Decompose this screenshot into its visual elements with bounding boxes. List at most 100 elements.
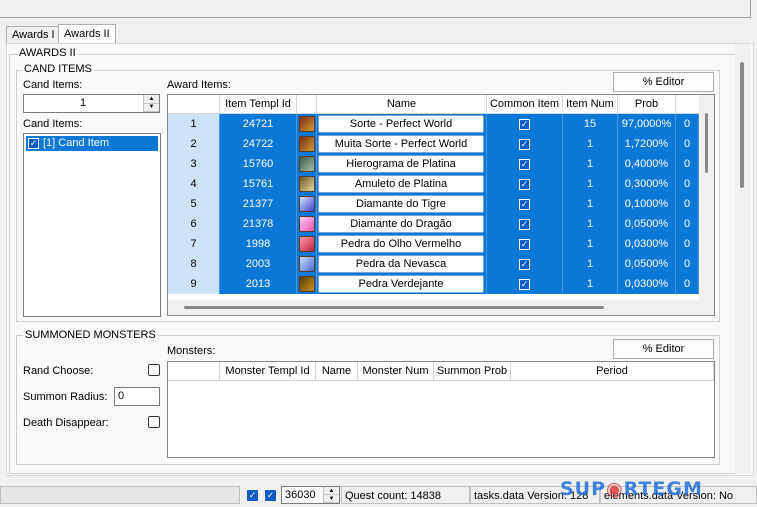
- cell-name[interactable]: Diamante do Tigre: [317, 194, 487, 214]
- award-grid-hscroll[interactable]: [168, 300, 714, 315]
- cell-prob[interactable]: 0,0500%: [618, 214, 676, 234]
- cell-common-item[interactable]: ✓: [487, 194, 563, 214]
- cell-name[interactable]: Amuleto de Platina: [317, 174, 487, 194]
- checkbox-checked-icon[interactable]: ✓: [519, 138, 530, 150]
- row-header[interactable]: 5: [168, 194, 220, 214]
- cell-name[interactable]: Sorte - Perfect World: [317, 114, 487, 134]
- cell-extra[interactable]: 0: [676, 274, 699, 294]
- cell-common-item[interactable]: ✓: [487, 174, 563, 194]
- list-item[interactable]: ✓ [1] Cand Item: [26, 136, 158, 151]
- checkbox-checked-icon[interactable]: ✓: [519, 118, 530, 130]
- cell-name[interactable]: Hierograma de Platina: [317, 154, 487, 174]
- monsters-grid[interactable]: Monster Templ Id Name Monster Num Summon…: [167, 361, 715, 458]
- cell-prob[interactable]: 0,0300%: [618, 234, 676, 254]
- col-monster-name[interactable]: Name: [316, 362, 358, 381]
- cell-name-input[interactable]: Pedra Verdejante: [318, 275, 484, 293]
- scroll-thumb[interactable]: [184, 306, 604, 309]
- cell-item-templ-id[interactable]: 21378: [220, 214, 297, 234]
- status-checkbox-1[interactable]: ✓: [246, 489, 259, 502]
- col-monster-templ-id[interactable]: Monster Templ Id: [220, 362, 316, 381]
- cell-name-input[interactable]: Amuleto de Platina: [318, 175, 484, 193]
- row-header[interactable]: 3: [168, 154, 220, 174]
- cell-item-templ-id[interactable]: 2013: [220, 274, 297, 294]
- cell-icon[interactable]: [297, 234, 317, 254]
- cell-common-item[interactable]: ✓: [487, 234, 563, 254]
- cell-extra[interactable]: 0: [676, 174, 699, 194]
- table-row[interactable]: 1 24721 Sorte - Perfect World ✓ 15 97,0000% 0: [168, 114, 699, 134]
- cell-item-num[interactable]: 1: [563, 274, 618, 294]
- spin-up-icon[interactable]: ▲: [144, 95, 159, 104]
- cell-icon[interactable]: [297, 134, 317, 154]
- row-header[interactable]: 4: [168, 174, 220, 194]
- checkbox-checked-icon[interactable]: ✓: [519, 178, 530, 190]
- table-row[interactable]: 7 1998 Pedra do Olho Vermelho ✓ 1 0,0300% 0: [168, 234, 699, 254]
- cell-common-item[interactable]: ✓: [487, 214, 563, 234]
- cell-name-input[interactable]: Diamante do Tigre: [318, 195, 484, 213]
- cell-common-item[interactable]: ✓: [487, 274, 563, 294]
- cell-item-num[interactable]: 1: [563, 194, 618, 214]
- cell-icon[interactable]: [297, 174, 317, 194]
- col-item-templ-id[interactable]: Item Templ Id: [220, 95, 297, 114]
- monster-percent-editor-button[interactable]: % Editor: [613, 339, 714, 359]
- spin-down-icon[interactable]: ▼: [324, 495, 339, 503]
- cell-name[interactable]: Pedra do Olho Vermelho: [317, 234, 487, 254]
- cell-item-templ-id[interactable]: 24721: [220, 114, 297, 134]
- col-period[interactable]: Period: [511, 362, 714, 381]
- row-header[interactable]: 1: [168, 114, 220, 134]
- cell-item-num[interactable]: 1: [563, 254, 618, 274]
- row-header[interactable]: 8: [168, 254, 220, 274]
- col-monster-num[interactable]: Monster Num: [358, 362, 434, 381]
- table-row[interactable]: 6 21378 Diamante do Dragão ✓ 1 0,0500% 0: [168, 214, 699, 234]
- cell-prob[interactable]: 0,4000%: [618, 154, 676, 174]
- cell-item-num[interactable]: 1: [563, 234, 618, 254]
- award-percent-editor-button[interactable]: % Editor: [613, 72, 714, 92]
- col-icon[interactable]: [297, 95, 317, 114]
- cell-extra[interactable]: 0: [676, 114, 699, 134]
- cell-extra[interactable]: 0: [676, 134, 699, 154]
- row-header[interactable]: 6: [168, 214, 220, 234]
- cell-extra[interactable]: 0: [676, 194, 699, 214]
- cell-icon[interactable]: [297, 274, 317, 294]
- cell-name-input[interactable]: Pedra do Olho Vermelho: [318, 235, 484, 253]
- cell-icon[interactable]: [297, 154, 317, 174]
- row-header[interactable]: 2: [168, 134, 220, 154]
- cell-name-input[interactable]: Pedra da Nevasca: [318, 255, 484, 273]
- col-name[interactable]: Name: [317, 95, 487, 114]
- task-id-stepper[interactable]: 36030 ▲ ▼: [281, 486, 340, 504]
- cell-item-templ-id[interactable]: 21377: [220, 194, 297, 214]
- checkbox-checked-icon[interactable]: ✓: [519, 218, 530, 230]
- death-disappear-checkbox[interactable]: [148, 416, 160, 428]
- table-row[interactable]: 3 15760 Hierograma de Platina ✓ 1 0,4000% 0: [168, 154, 699, 174]
- cell-name[interactable]: Diamante do Dragão: [317, 214, 487, 234]
- cell-prob[interactable]: 0,1000%: [618, 194, 676, 214]
- cell-item-num[interactable]: 1: [563, 214, 618, 234]
- rand-choose-checkbox[interactable]: [148, 364, 160, 376]
- cell-extra[interactable]: 0: [676, 154, 699, 174]
- col-common-item[interactable]: Common Item: [487, 95, 563, 114]
- row-header[interactable]: 7: [168, 234, 220, 254]
- cell-item-num[interactable]: 1: [563, 174, 618, 194]
- checkbox-checked-icon[interactable]: ✓: [519, 158, 530, 170]
- cell-common-item[interactable]: ✓: [487, 134, 563, 154]
- cell-extra[interactable]: 0: [676, 214, 699, 234]
- cell-icon[interactable]: [297, 114, 317, 134]
- checkbox-checked-icon[interactable]: ✓: [28, 138, 39, 149]
- cell-icon[interactable]: [297, 214, 317, 234]
- cell-item-templ-id[interactable]: 15761: [220, 174, 297, 194]
- award-grid-vscroll[interactable]: [699, 95, 714, 300]
- cell-name[interactable]: Pedra da Nevasca: [317, 254, 487, 274]
- cell-prob[interactable]: 0,3000%: [618, 174, 676, 194]
- cell-item-num[interactable]: 15: [563, 114, 618, 134]
- cell-extra[interactable]: 0: [676, 234, 699, 254]
- summon-radius-input[interactable]: 0: [114, 387, 160, 406]
- tab-awards-ii[interactable]: Awards II: [58, 24, 116, 45]
- checkbox-checked-icon[interactable]: ✓: [519, 198, 530, 210]
- cell-item-templ-id[interactable]: 1998: [220, 234, 297, 254]
- cell-name-input[interactable]: Hierograma de Platina: [318, 155, 484, 173]
- table-row[interactable]: 8 2003 Pedra da Nevasca ✓ 1 0,0500% 0: [168, 254, 699, 274]
- row-header[interactable]: 9: [168, 274, 220, 294]
- col-item-num[interactable]: Item Num: [563, 95, 618, 114]
- col-prob[interactable]: Prob: [618, 95, 676, 114]
- page-vscroll[interactable]: [735, 44, 751, 474]
- award-items-grid[interactable]: Item Templ Id Name Common Item Item Num …: [167, 94, 715, 316]
